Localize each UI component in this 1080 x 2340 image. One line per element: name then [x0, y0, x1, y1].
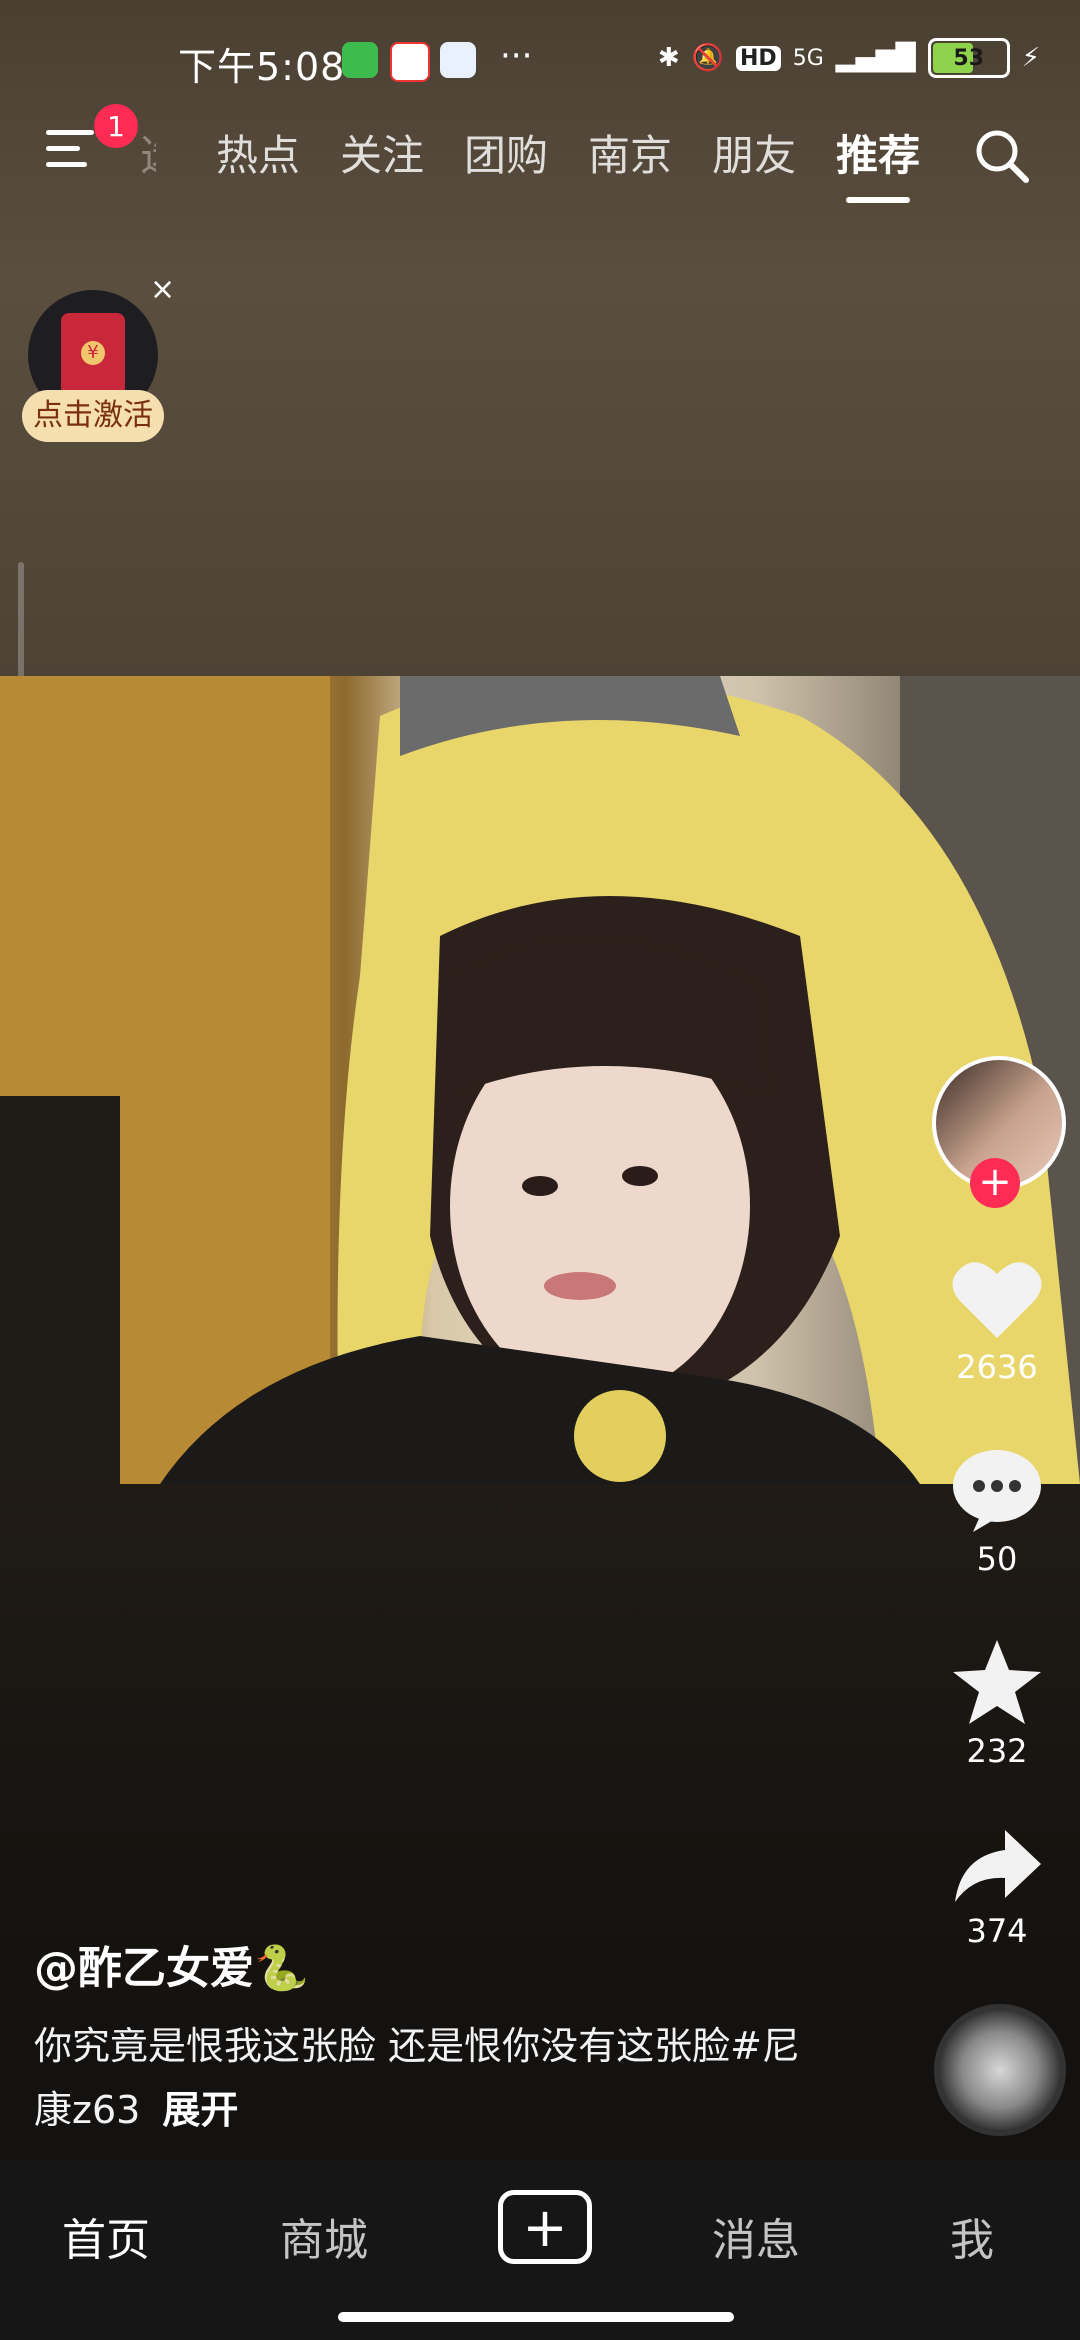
- like-button[interactable]: 2636: [930, 1258, 1064, 1386]
- star-icon: [953, 1640, 1041, 1724]
- caption-text: 你究竟是恨我这张脸 还是恨你没有这张脸#尼康z63: [34, 2024, 800, 2132]
- wechat-like-icon: [342, 42, 378, 78]
- music-disc-icon[interactable]: [934, 2004, 1066, 2136]
- author-name[interactable]: @酢乙女爱🐍: [34, 1932, 309, 1996]
- network-label: 5G: [792, 45, 824, 71]
- close-icon[interactable]: ×: [150, 272, 175, 307]
- tab-partial[interactable]: 选: [140, 122, 156, 183]
- status-bar: 下午5:08 ··· ✱ 🔕 HD 5G ▂▄▆█ 53 ⚡: [0, 0, 1080, 120]
- signal-icon: ▂▄▆█: [835, 43, 916, 73]
- comment-icon: [953, 1450, 1041, 1532]
- nav-me[interactable]: 我: [950, 2204, 994, 2268]
- menu-icon[interactable]: [46, 130, 94, 178]
- search-icon[interactable]: [972, 126, 1032, 186]
- portrait-image: [0, 676, 1080, 1484]
- expand-link[interactable]: 展开: [162, 2088, 238, 2132]
- hd-icon: HD: [736, 45, 781, 71]
- 58-app-icon: [390, 42, 430, 82]
- bluetooth-icon: ✱: [657, 43, 680, 73]
- tab-following[interactable]: 关注: [340, 122, 424, 183]
- red-envelope-icon: [61, 313, 125, 397]
- battery-icon: 53: [927, 38, 1010, 78]
- tab-recommend[interactable]: 推荐: [836, 122, 920, 203]
- favorite-button[interactable]: 232: [930, 1638, 1064, 1770]
- heart-icon: [952, 1262, 1042, 1338]
- baidu-cloud-icon: [440, 42, 476, 78]
- nav-home[interactable]: 首页: [62, 2204, 150, 2268]
- status-time: 下午5:08: [178, 45, 346, 89]
- create-plus-button[interactable]: +: [498, 2190, 592, 2264]
- comment-button[interactable]: 50: [930, 1448, 1064, 1578]
- top-tabs: 选 热点 关注 团购 南京 朋友 推荐: [140, 122, 920, 203]
- post-caption[interactable]: 你究竟是恨我这张脸 还是恨你没有这张脸#尼康z63 展开: [34, 2014, 834, 2142]
- share-arrow-icon: [955, 1830, 1041, 1902]
- more-dots-icon: ···: [500, 36, 533, 76]
- top-nav: 1 选 热点 关注 团购 南京 朋友 推荐: [0, 104, 1080, 203]
- post-photo[interactable]: [0, 676, 1080, 1484]
- tab-friends[interactable]: 朋友: [712, 122, 796, 183]
- red-packet-label[interactable]: 点击激活: [22, 390, 164, 442]
- charging-icon: ⚡: [1021, 43, 1040, 73]
- nav-messages[interactable]: 消息: [712, 2204, 800, 2268]
- share-count: 374: [966, 1912, 1028, 1950]
- share-button[interactable]: 374: [930, 1826, 1064, 1950]
- notification-badge: 1: [94, 104, 138, 148]
- comment-count: 50: [976, 1540, 1018, 1578]
- tab-nanjing[interactable]: 南京: [588, 122, 672, 183]
- nav-mall[interactable]: 商城: [280, 2204, 368, 2268]
- tab-hot[interactable]: 热点: [216, 122, 300, 183]
- favorite-count: 232: [966, 1732, 1028, 1770]
- mute-bell-icon: 🔕: [691, 43, 725, 73]
- follow-plus-icon[interactable]: +: [970, 1158, 1020, 1208]
- home-indicator[interactable]: [338, 2312, 734, 2322]
- tab-group-buy[interactable]: 团购: [464, 122, 548, 183]
- like-count: 2636: [956, 1348, 1038, 1386]
